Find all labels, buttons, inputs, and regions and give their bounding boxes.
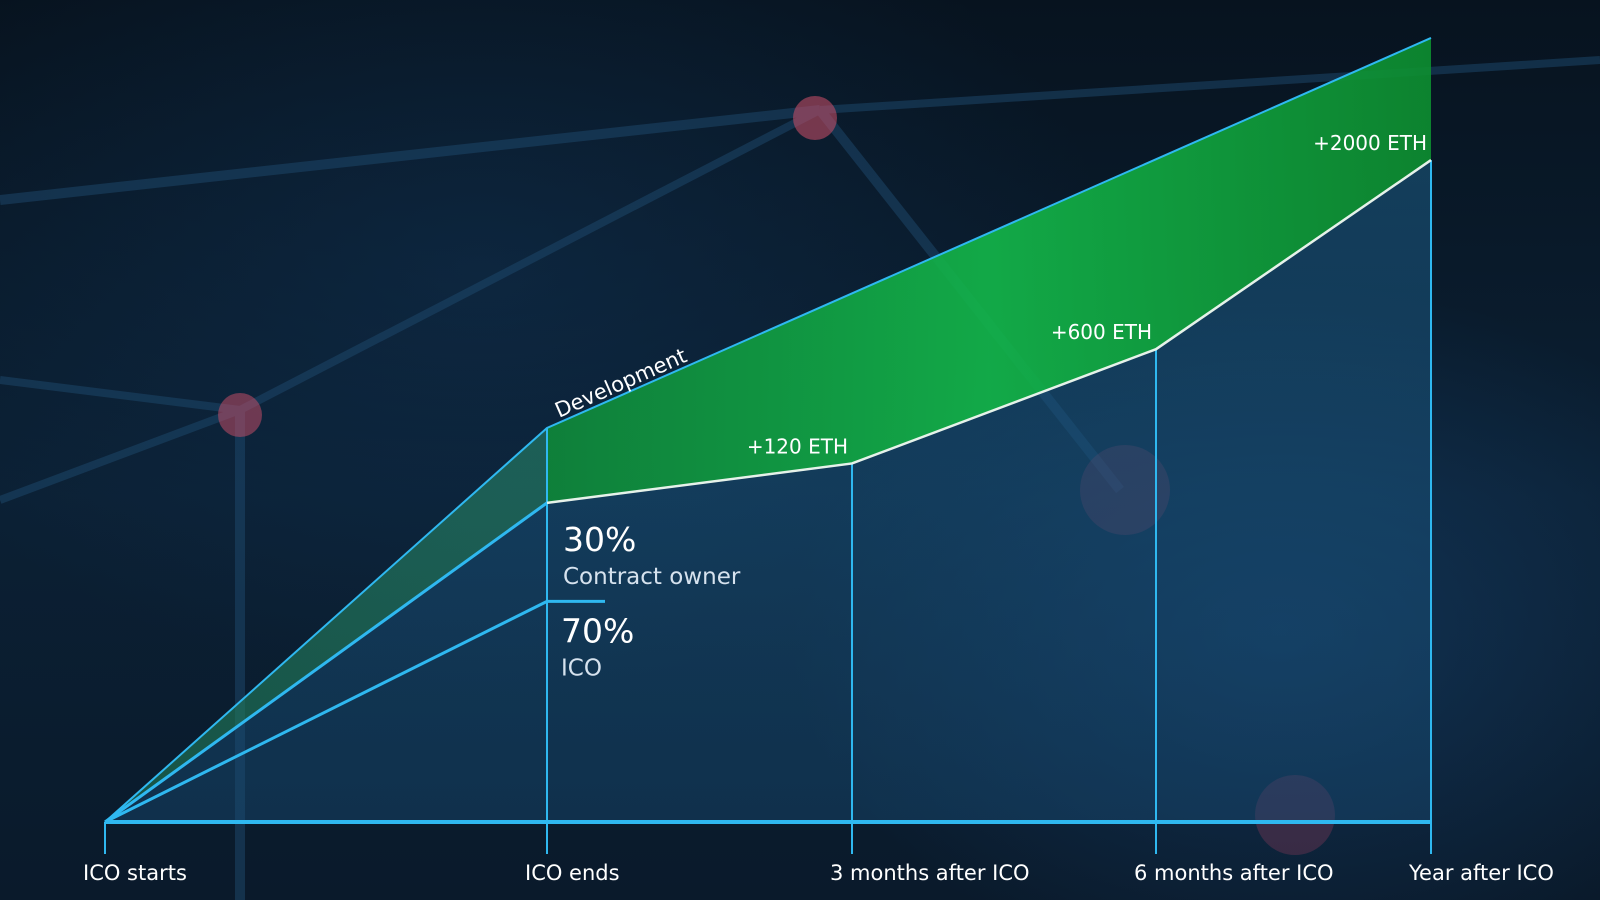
ico-percent: 70% (561, 611, 634, 650)
eth-data-label: +600 ETH (1051, 320, 1152, 344)
ico-label: ICO (561, 655, 602, 681)
x-tick-label: ICO ends (525, 861, 620, 885)
glow-node (218, 393, 262, 437)
ico-roadmap-chart: ICO starts ICO ends 3 months after ICO 6 mo… (0, 37, 1600, 900)
glow-node (793, 96, 837, 140)
owner-label: Contract owner (563, 564, 741, 590)
eth-data-label: +2000 ETH (1313, 131, 1427, 155)
chart-canvas: ICO starts ICO ends 3 months after ICO 6 mo… (0, 0, 1600, 900)
x-tick-label: 3 months after ICO (830, 861, 1030, 885)
eth-data-label: +120 ETH (747, 434, 848, 458)
x-tick-label: Year after ICO (1408, 861, 1554, 885)
x-tick-label: ICO starts (83, 861, 187, 885)
x-tick-label: 6 months after ICO (1134, 861, 1334, 885)
owner-percent: 30% (563, 520, 636, 559)
